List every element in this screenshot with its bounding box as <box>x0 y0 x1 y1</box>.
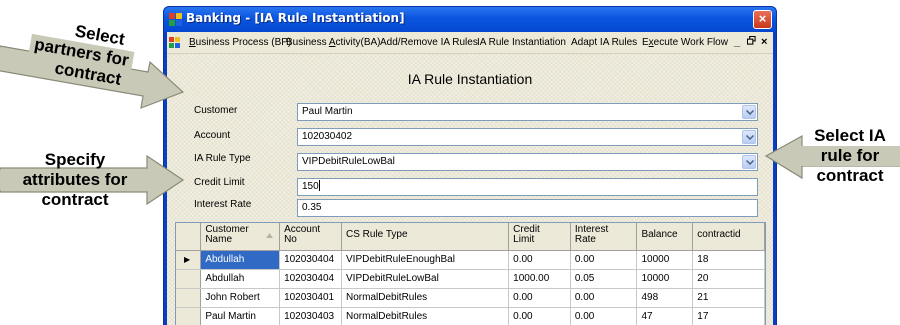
callout-line: Specify <box>44 150 106 169</box>
callout-line: Select IA <box>814 126 886 145</box>
specify-attributes-callout: Specify attributes for contract <box>0 150 150 210</box>
callout-line: rule for <box>800 146 900 166</box>
callout-line: contract <box>816 166 884 185</box>
select-rule-callout: Select IA rule for contract <box>800 126 900 186</box>
callout-line: contract <box>41 190 109 209</box>
callout-line: attributes for <box>0 170 150 190</box>
